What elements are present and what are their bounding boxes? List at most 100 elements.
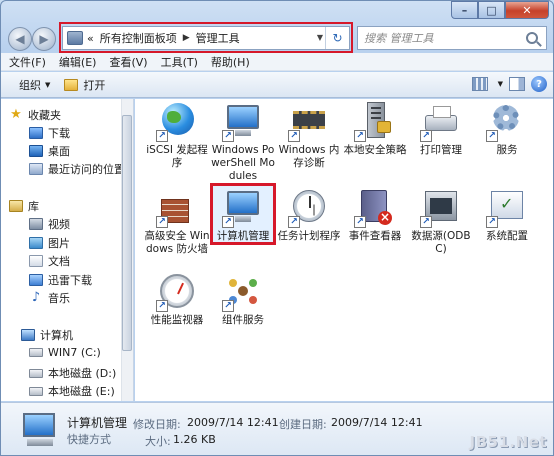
file-item-computer-management[interactable]: ↗ 计算机管理 [209,187,277,243]
drive-icon [29,368,43,378]
shortcut-arrow-icon: ↗ [420,216,432,228]
file-item-task-scheduler[interactable]: ↗ 任务计划程序 [275,187,343,243]
shortcut-arrow-icon: ↗ [354,130,366,142]
nav-scrollbar-thumb[interactable] [122,115,132,351]
shortcut-arrow-icon: ↗ [156,130,168,142]
file-item-memory-diagnostic[interactable]: ↗ Windows 内存诊断 [275,101,343,170]
toolbar-right: ▼ ? [471,76,547,92]
menu-edit[interactable]: 编辑(E) [59,54,97,70]
file-label: 高级安全 Windows 防火墙 [144,230,210,255]
file-list[interactable]: ↗ iSCSI 发起程序 ↗ Windows PowerShell Module… [135,99,553,401]
sidebar-item-desktop[interactable]: 桌面 [29,143,70,159]
navigation-pane[interactable]: ★ 收藏夹 下载 桌面 最近访问的位置 库 视频 图片 文档 迅雷下载 ♪ 音乐 计… [1,99,134,401]
sidebar-item-thunder[interactable]: 迅雷下载 [29,272,92,288]
address-highlight-frame [59,22,353,53]
gauge-icon: ↗ [156,271,197,312]
sidebar-item-downloads[interactable]: 下载 [29,125,70,141]
menu-bar: 文件(F) 编辑(E) 查看(V) 工具(T) 帮助(H) [1,53,553,71]
view-caret-icon[interactable]: ▼ [498,80,503,88]
file-label: 事件查看器 [348,230,402,242]
computer-management-icon: ↗ [222,187,263,228]
organize-caret-icon: ▼ [45,80,51,89]
forward-arrow-icon: ▶ [39,32,49,46]
sidebar-item-label: 视频 [48,218,70,231]
open-folder-icon [64,78,79,91]
command-bar: 组织 ▼ 打开 ▼ ? [1,72,553,98]
file-item-event-viewer[interactable]: ↗ 事件查看器 [341,187,409,243]
details-modified-value: 2009/7/14 12:41 [187,416,279,429]
memory-chip-icon: ↗ [288,101,329,142]
file-item-powershell-modules[interactable]: ↗ Windows PowerShell Modules [209,101,277,183]
file-label: 计算机管理 [216,230,270,242]
sidebar-item-documents[interactable]: 文档 [29,253,70,269]
file-item-firewall[interactable]: ↗ 高级安全 Windows 防火墙 [143,187,211,256]
open-label: 打开 [83,78,106,92]
clock-icon: ↗ [288,187,329,228]
file-item-services[interactable]: ↗ 服务 [473,101,541,157]
details-size-label: 大小: [145,435,171,448]
preview-pane-icon[interactable] [509,77,525,91]
details-file-type: 快捷方式 [67,433,111,446]
open-button[interactable]: 打开 [64,77,105,93]
file-item-odbc[interactable]: ↗ 数据源(ODBC) [407,187,475,256]
file-label: 组件服务 [222,314,264,326]
sidebar-item-videos[interactable]: 视频 [29,216,70,232]
sidebar-item-recent[interactable]: 最近访问的位置 [29,161,125,177]
file-label: 数据源(ODBC) [411,230,471,255]
file-item-print-management[interactable]: ↗ 打印管理 [407,101,475,157]
file-item-performance-monitor[interactable]: ↗ 性能监视器 [143,271,211,327]
search-placeholder: 搜索 管理工具 [364,32,434,45]
menu-tools[interactable]: 工具(T) [161,54,198,70]
sidebar-item-label: 本地磁盘 (E:) [48,385,115,398]
sidebar-item-drive-c[interactable]: WIN7 (C:) [29,346,101,359]
sidebar-item-music[interactable]: ♪ 音乐 [29,290,70,306]
music-note-icon: ♪ [31,290,41,305]
system-config-icon: ↗ [486,187,527,228]
sidebar-item-libraries[interactable]: 库 [9,198,39,214]
maximize-button[interactable]: □ [478,1,505,19]
back-button[interactable]: ◀ [8,27,32,51]
watermark: JB51.Net [469,433,547,451]
menu-help[interactable]: 帮助(H) [211,54,250,70]
file-item-component-services[interactable]: ↗ 组件服务 [209,271,277,327]
sidebar-item-computer[interactable]: 计算机 [21,327,73,343]
menu-view[interactable]: 查看(V) [109,54,147,70]
file-item-system-configuration[interactable]: ↗ 系统配置 [473,187,541,243]
sidebar-item-label: 音乐 [48,292,70,305]
explorer-window: – □ ✕ ◀ ▶ « 所有控制面板项 ▶ 管理工具 ▼ ↻ 搜索 管理工具 文… [0,0,554,456]
sidebar-item-label: 收藏夹 [28,109,61,122]
help-icon[interactable]: ? [531,76,547,92]
printer-icon: ↗ [420,101,461,142]
change-view-icon[interactable] [471,77,488,91]
search-input[interactable]: 搜索 管理工具 [357,26,547,50]
details-size-value: 1.26 KB [173,433,216,446]
forward-button[interactable]: ▶ [32,27,56,51]
file-label: 任务计划程序 [277,230,341,242]
nav-scrollbar[interactable] [121,99,133,401]
firewall-icon: ↗ [156,187,197,228]
sidebar-item-label: 下载 [48,127,70,140]
sidebar-item-drive-d[interactable]: 本地磁盘 (D:) [29,365,116,381]
file-item-iscsi[interactable]: ↗ iSCSI 发起程序 [143,101,211,170]
search-icon[interactable] [526,32,538,44]
shortcut-arrow-icon: ↗ [486,130,498,142]
menu-file[interactable]: 文件(F) [9,54,46,70]
picture-library-icon [29,237,43,249]
sidebar-item-favorites[interactable]: ★ 收藏夹 [9,107,61,123]
shortcut-arrow-icon: ↗ [354,216,366,228]
sidebar-item-label: 文档 [48,255,70,268]
caption-buttons: – □ ✕ [451,1,549,19]
file-label: 服务 [496,144,518,156]
iscsi-icon: ↗ [156,101,197,142]
minimize-button[interactable]: – [451,1,478,19]
sidebar-item-drive-e[interactable]: 本地磁盘 (E:) [29,383,115,399]
sidebar-item-label: 桌面 [48,145,70,158]
file-item-local-security-policy[interactable]: ↗ 本地安全策略 [341,101,409,157]
shortcut-arrow-icon: ↗ [156,216,168,228]
sidebar-item-label: 迅雷下载 [48,274,92,287]
close-button[interactable]: ✕ [505,1,549,19]
organize-button[interactable]: 组织 ▼ [19,77,50,93]
shortcut-arrow-icon: ↗ [486,216,498,228]
recent-places-icon [29,163,43,175]
sidebar-item-pictures[interactable]: 图片 [29,235,70,251]
